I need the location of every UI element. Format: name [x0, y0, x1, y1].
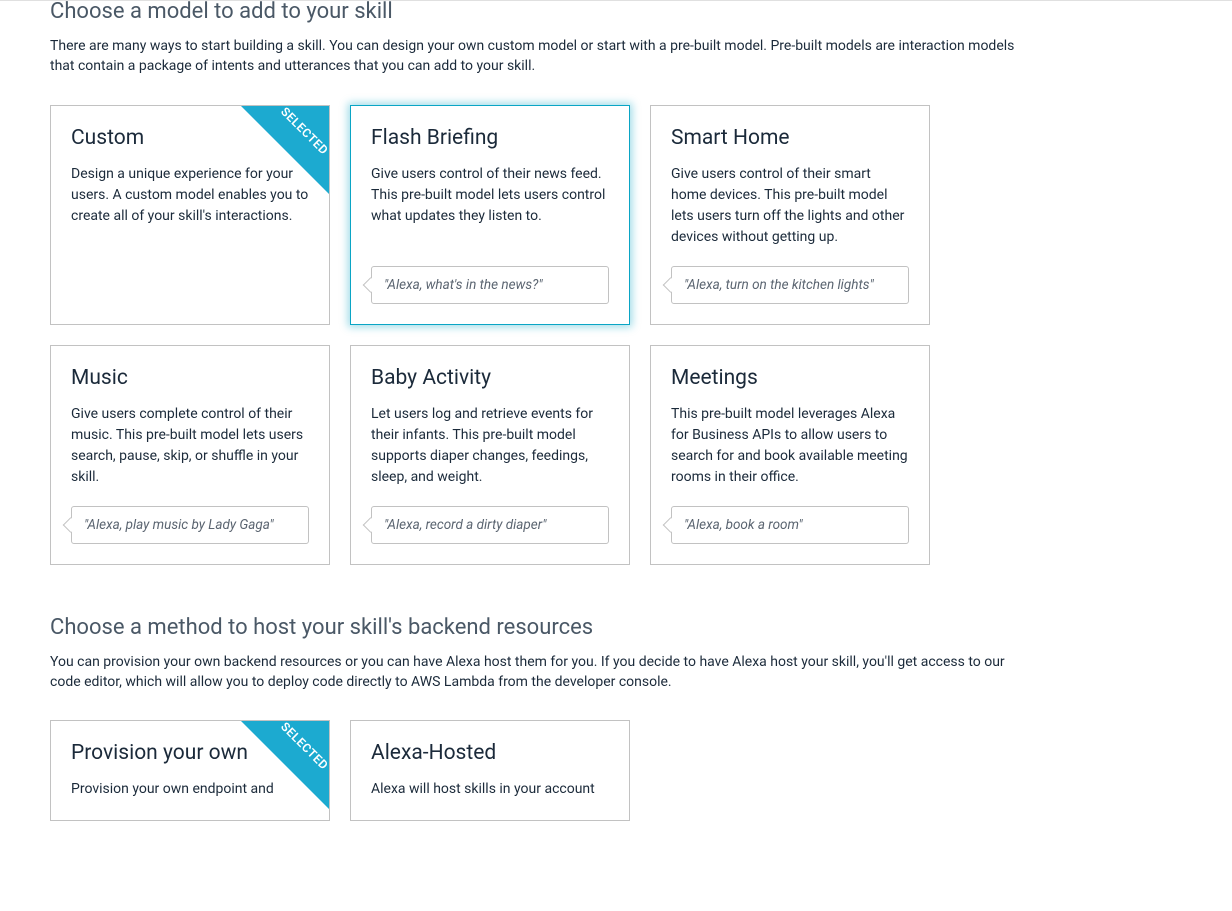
card-title: Meetings: [671, 366, 909, 390]
example-utterance: "Alexa, play music by Lady Gaga": [71, 506, 309, 544]
section-model-title: Choose a model to add to your skill: [50, 0, 1182, 24]
card-title: Alexa-Hosted: [371, 741, 609, 765]
model-card-custom[interactable]: SELECTED Custom Design a unique experien…: [50, 105, 330, 325]
model-card-meetings[interactable]: Meetings This pre-built model leverages …: [650, 345, 930, 565]
host-card-grid: SELECTED Provision your own Provision yo…: [50, 720, 1182, 821]
model-card-flash-briefing[interactable]: Flash Briefing Give users control of the…: [350, 105, 630, 325]
card-desc: Give users control of their news feed. T…: [371, 164, 609, 248]
model-card-smart-home[interactable]: Smart Home Give users control of their s…: [650, 105, 930, 325]
example-utterance: "Alexa, book a room": [671, 506, 909, 544]
card-title: Smart Home: [671, 126, 909, 150]
card-desc: Give users complete control of their mus…: [71, 404, 309, 488]
model-card-grid: SELECTED Custom Design a unique experien…: [50, 105, 1182, 565]
card-title: Baby Activity: [371, 366, 609, 390]
card-desc: This pre-built model leverages Alexa for…: [671, 404, 909, 488]
card-title: Flash Briefing: [371, 126, 609, 150]
example-utterance: "Alexa, turn on the kitchen lights": [671, 266, 909, 304]
section-host-desc: You can provision your own backend resou…: [50, 652, 1030, 693]
card-title: Music: [71, 366, 309, 390]
card-desc: Alexa will host skills in your account: [371, 779, 609, 800]
model-card-music[interactable]: Music Give users complete control of the…: [50, 345, 330, 565]
host-card-provision[interactable]: SELECTED Provision your own Provision yo…: [50, 720, 330, 821]
card-desc: Let users log and retrieve events for th…: [371, 404, 609, 488]
model-card-baby-activity[interactable]: Baby Activity Let users log and retrieve…: [350, 345, 630, 565]
section-model-desc: There are many ways to start building a …: [50, 36, 1030, 77]
section-host-title: Choose a method to host your skill's bac…: [50, 615, 1182, 640]
card-desc: Give users control of their smart home d…: [671, 164, 909, 248]
example-utterance: "Alexa, what's in the news?": [371, 266, 609, 304]
example-utterance: "Alexa, record a dirty diaper": [371, 506, 609, 544]
host-card-alexa-hosted[interactable]: Alexa-Hosted Alexa will host skills in y…: [350, 720, 630, 821]
